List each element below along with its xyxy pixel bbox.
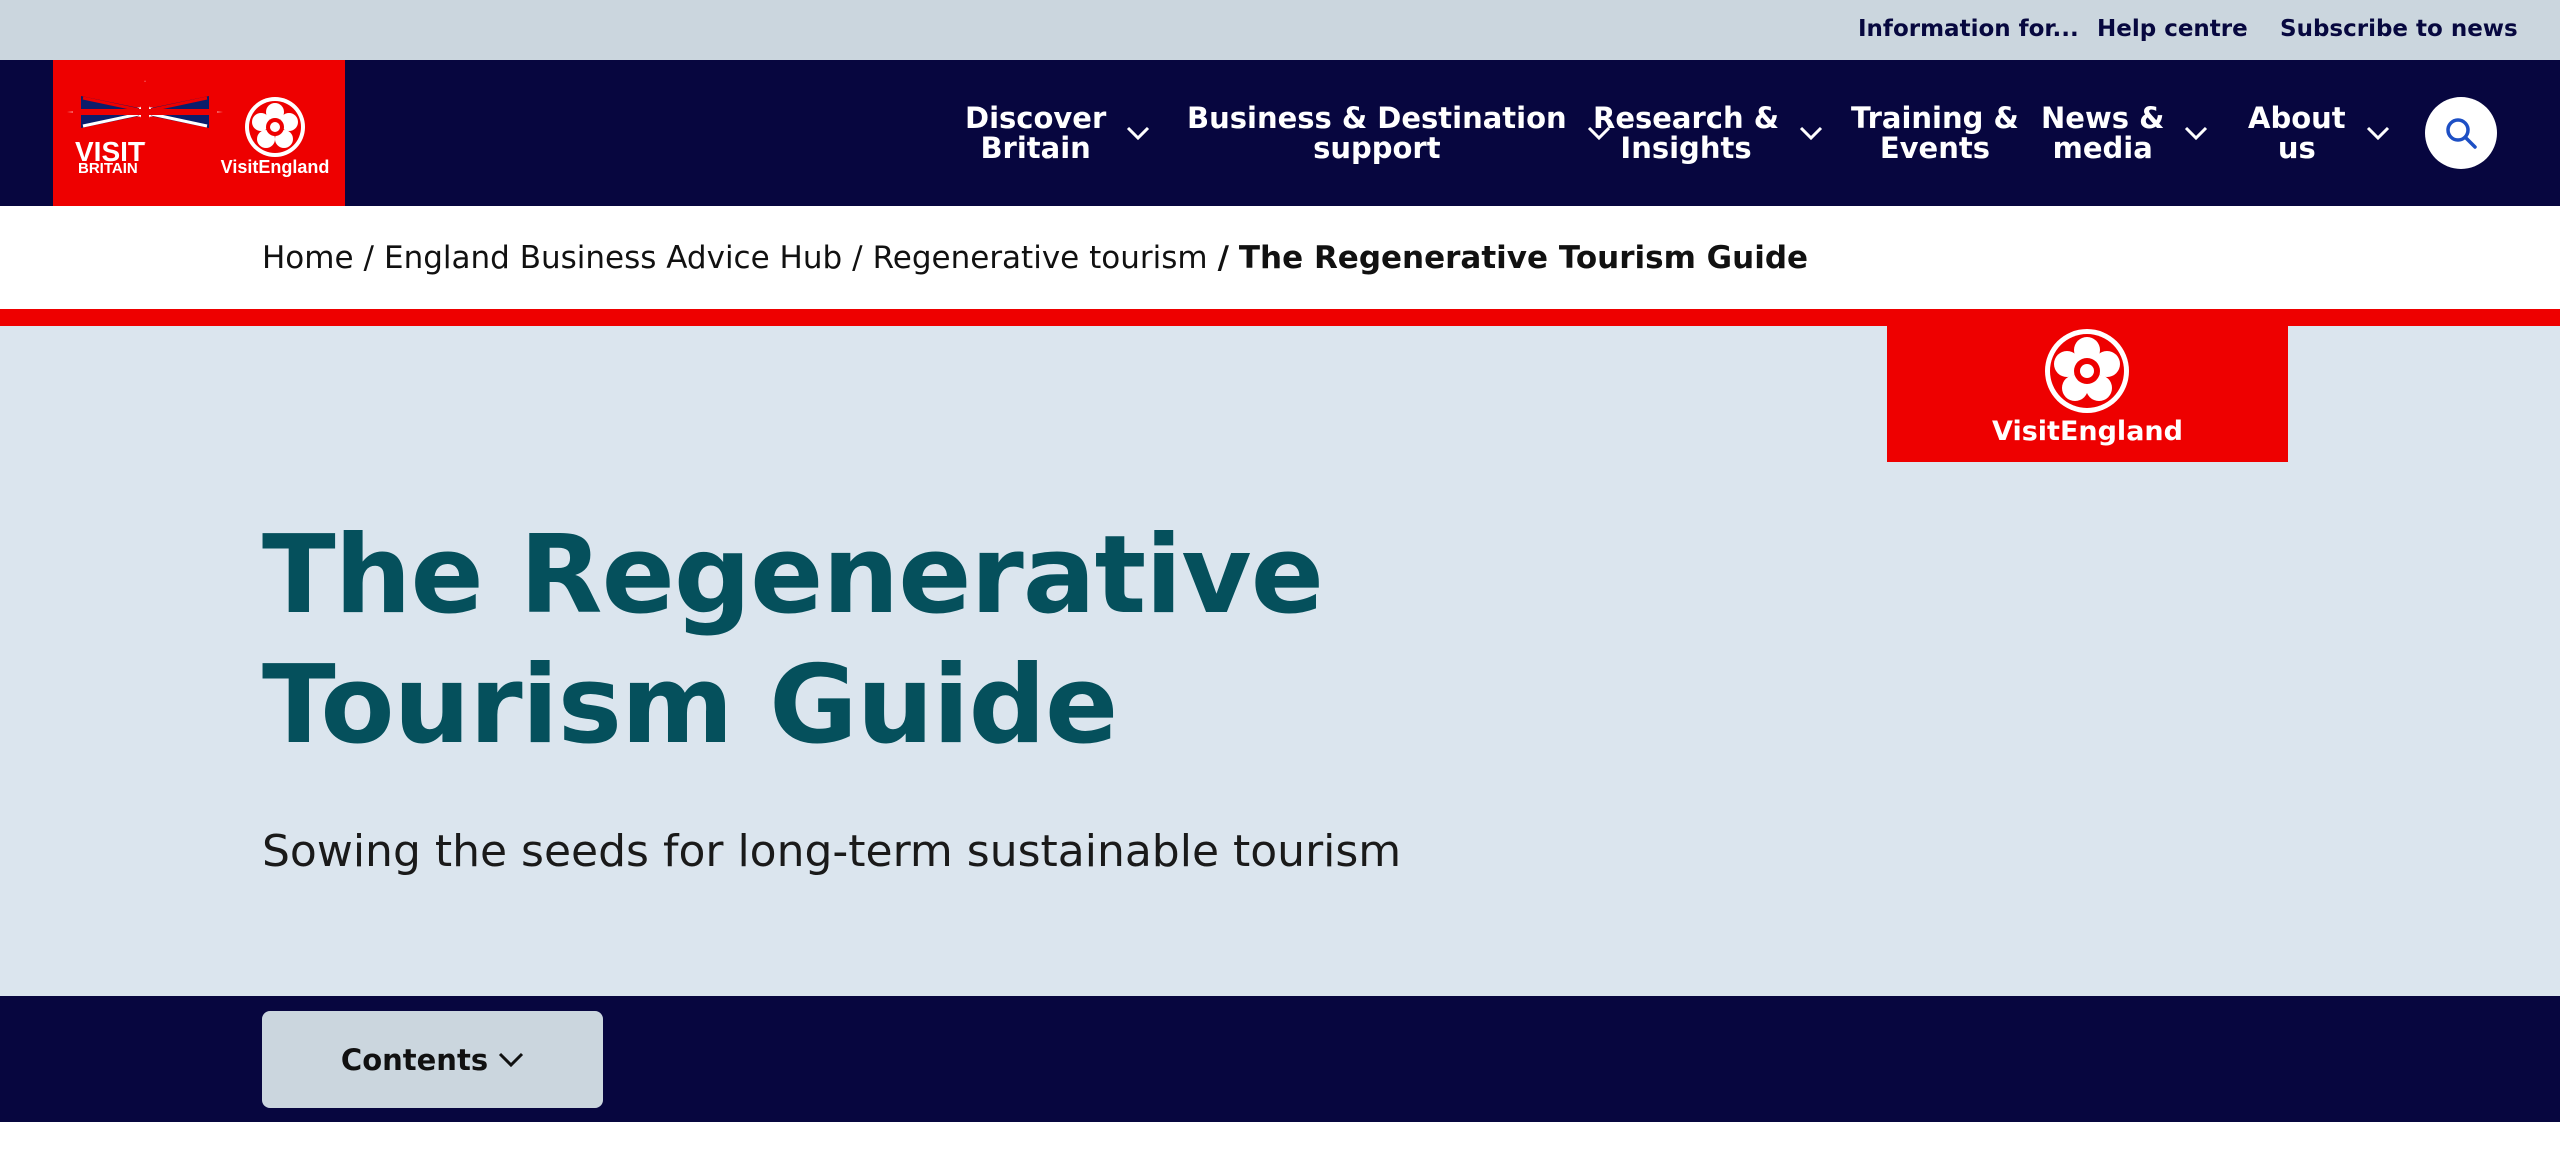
breadcrumb-current: The Regenerative Tourism Guide [1238, 239, 1809, 276]
chevron-down-icon [1127, 126, 1150, 140]
nav-item-news-media[interactable]: News & media [2041, 60, 2208, 206]
contents-bar: Contents [0, 996, 2560, 1122]
nav-item-label: Training & Events [1851, 101, 2019, 165]
subscribe-to-news-link[interactable]: Subscribe to news [2280, 0, 2518, 60]
hero-banner: VisitEngland The Regenerative Tourism Gu… [0, 326, 2560, 996]
nav-item-label: About us [2248, 101, 2346, 165]
red-divider-stripe [0, 309, 2560, 326]
search-icon [2446, 118, 2477, 149]
union-flag-icon [67, 80, 223, 144]
help-centre-link[interactable]: Help centre [2097, 0, 2248, 60]
breadcrumb-separator: / [852, 239, 863, 276]
logo-graphic: VISIT BRITAIN VisitEngland [67, 80, 330, 177]
nav-item-label: Business & Destination support [1187, 101, 1567, 165]
breadcrumb-separator: / [1217, 239, 1229, 276]
nav-item-training-events[interactable]: Training & Events [1851, 60, 2019, 206]
main-navigation: VISIT BRITAIN VisitEngland Discover Brit… [0, 60, 2560, 206]
breadcrumb: Home / England Business Advice Hub / Reg… [262, 206, 1808, 309]
breadcrumb-home[interactable]: Home [262, 240, 354, 276]
breadcrumb-england-business-advice-hub[interactable]: England Business Advice Hub [384, 240, 842, 276]
chevron-down-icon [1799, 126, 1823, 140]
contents-button-label: Contents [340, 1042, 489, 1077]
nav-item-research-insights[interactable]: Research & Insights [1593, 60, 1823, 206]
nav-item-label: Research & Insights [1593, 101, 1780, 165]
visitengland-badge: VisitEngland [1887, 326, 2288, 462]
page-subtitle: Sowing the seeds for long-term sustainab… [262, 826, 1402, 877]
nav-item-label: Discover Britain [965, 101, 1107, 165]
contents-button[interactable]: Contents [262, 1011, 603, 1108]
logo-britain-text: BRITAIN [78, 160, 138, 177]
breadcrumb-regenerative-tourism[interactable]: Regenerative tourism [873, 240, 1208, 276]
chevron-down-icon [2366, 126, 2389, 140]
chevron-down-icon [2185, 126, 2208, 140]
chevron-down-icon [499, 1052, 524, 1067]
visitengland-badge-label: VisitEngland [1992, 416, 2183, 447]
nav-item-discover-britain[interactable]: Discover Britain [965, 60, 1150, 206]
breadcrumb-separator: / [363, 239, 374, 276]
nav-item-label: News & media [2041, 101, 2165, 165]
page-title: The Regenerative Tourism Guide [262, 513, 1324, 768]
logo-visitengland-text: VisitEngland [221, 157, 330, 177]
visitbritain-visitengland-logo[interactable]: VISIT BRITAIN VisitEngland [53, 60, 345, 206]
utility-bar: Information for... Help centre Subscribe… [0, 0, 2560, 60]
tudor-rose-icon [245, 97, 305, 157]
search-button[interactable] [2425, 97, 2497, 169]
nav-item-business-destination-support[interactable]: Business & Destination support [1187, 60, 1611, 206]
nav-item-about-us[interactable]: About us [2248, 60, 2390, 206]
tudor-rose-icon [2045, 329, 2129, 413]
information-for-link[interactable]: Information for... [1858, 0, 2079, 60]
